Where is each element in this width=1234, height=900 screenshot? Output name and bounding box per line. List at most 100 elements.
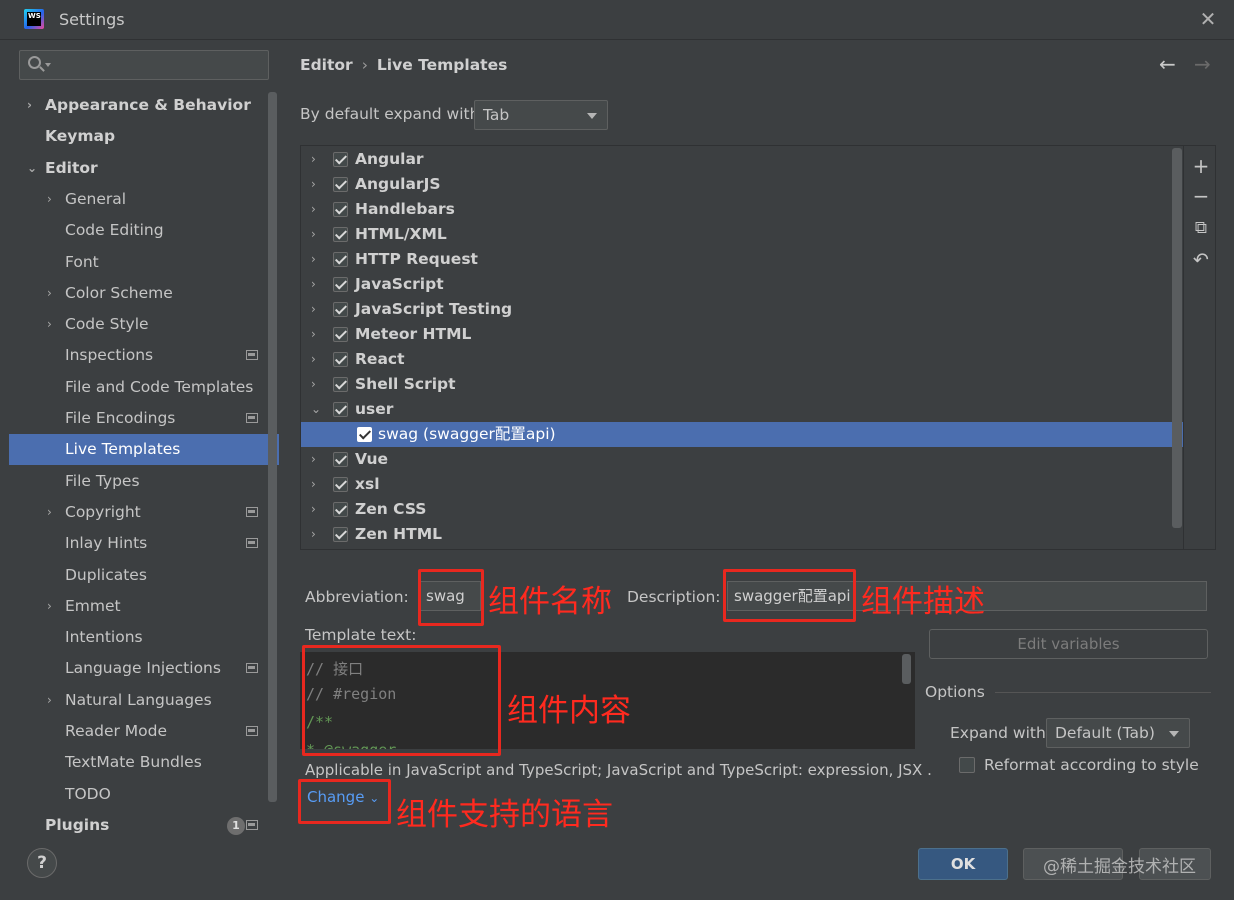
expand-with-select[interactable]: Default (Tab) [1046,718,1190,748]
sidebar-item-plugins[interactable]: Plugins 1 [9,810,279,841]
template-group-javascript-testing[interactable]: › JavaScript Testing [301,297,1183,322]
copy-icon[interactable]: ⧉ [1191,218,1211,238]
template-group-zen-html[interactable]: › Zen HTML [301,522,1183,547]
template-enabled-checkbox[interactable] [333,302,348,317]
settings-search-input[interactable] [19,50,269,80]
help-button[interactable]: ? [27,848,57,878]
default-expand-select[interactable]: Tab [474,100,608,130]
template-group-shell-script[interactable]: › Shell Script [301,372,1183,397]
add-icon[interactable]: + [1191,156,1211,176]
reformat-label[interactable]: Reformat according to style [984,756,1199,774]
chevron-right-icon[interactable]: › [47,497,52,528]
chevron-right-icon[interactable]: › [311,297,316,322]
chevron-down-icon[interactable]: ⌄ [311,397,321,422]
template-enabled-checkbox[interactable] [333,227,348,242]
sidebar-item-file-encodings[interactable]: File Encodings [9,403,279,434]
template-enabled-checkbox[interactable] [333,152,348,167]
annotation-label-name: 组件名称 [488,584,612,620]
template-group-handlebars[interactable]: › Handlebars [301,197,1183,222]
template-enabled-checkbox[interactable] [333,477,348,492]
chevron-right-icon[interactable]: › [311,322,316,347]
sidebar-item-inlay-hints[interactable]: Inlay Hints [9,528,279,559]
sidebar-item-copyright[interactable]: › Copyright [9,497,279,528]
sidebar-item-file-types[interactable]: File Types [9,466,279,497]
template-group-javascript[interactable]: › JavaScript [301,272,1183,297]
sidebar-item-live-templates[interactable]: Live Templates [9,434,279,466]
template-group-xsl[interactable]: › xsl [301,472,1183,497]
chevron-right-icon[interactable]: › [311,222,316,247]
template-group-meteor-html[interactable]: › Meteor HTML [301,322,1183,347]
template-group-zen-css[interactable]: › Zen CSS [301,497,1183,522]
sidebar-item-general[interactable]: › General [9,184,279,215]
chevron-right-icon[interactable]: › [47,278,52,309]
editor-scrollbar[interactable] [902,654,911,684]
edit-variables-button[interactable]: Edit variables [929,629,1208,659]
sidebar-item-textmate-bundles[interactable]: TextMate Bundles [9,747,279,778]
sidebar-item-language-injections[interactable]: Language Injections [9,653,279,684]
chevron-right-icon[interactable]: › [311,272,316,297]
template-group-user[interactable]: ⌄ user [301,397,1183,422]
restore-icon[interactable]: ↶ [1191,250,1211,270]
template-group-angularjs[interactable]: › AngularJS [301,172,1183,197]
sidebar-item-natural-languages[interactable]: › Natural Languages [9,685,279,716]
search-options-caret-icon[interactable] [45,63,51,67]
chevron-right-icon[interactable]: › [311,522,316,547]
chevron-right-icon[interactable]: › [311,172,316,197]
sidebar-item-inspections[interactable]: Inspections [9,340,279,371]
template-enabled-checkbox[interactable] [333,402,348,417]
sidebar-item-intentions[interactable]: Intentions [9,622,279,653]
chevron-right-icon[interactable]: › [311,197,316,222]
sidebar-item-reader-mode[interactable]: Reader Mode [9,716,279,747]
chevron-right-icon[interactable]: › [311,372,316,397]
sidebar-item-code-style[interactable]: › Code Style [9,309,279,340]
sidebar-item-editor[interactable]: ⌄ Editor [9,153,279,184]
template-group-html-xml[interactable]: › HTML/XML [301,222,1183,247]
sidebar-item-keymap[interactable]: Keymap [9,121,279,152]
template-enabled-checkbox[interactable] [333,502,348,517]
template-enabled-checkbox[interactable] [333,527,348,542]
template-group-vue[interactable]: › Vue [301,447,1183,472]
sidebar-item-duplicates[interactable]: Duplicates [9,560,279,591]
sidebar-item-emmet[interactable]: › Emmet [9,591,279,622]
close-icon[interactable]: ✕ [1196,8,1220,32]
chevron-right-icon[interactable]: › [47,685,52,716]
back-arrow-icon[interactable]: ← [1159,52,1176,76]
breadcrumb-parent[interactable]: Editor [300,56,353,74]
sidebar-scrollbar[interactable] [268,92,277,802]
chevron-down-icon[interactable]: ⌄ [27,153,37,184]
chevron-right-icon[interactable]: › [27,90,32,121]
chevron-right-icon[interactable]: › [47,184,52,215]
template-group-angular[interactable]: › Angular [301,147,1183,172]
sidebar-item-todo[interactable]: TODO [9,779,279,810]
chevron-right-icon[interactable]: › [47,309,52,340]
sidebar-item-code-editing[interactable]: Code Editing [9,215,279,246]
template-enabled-checkbox[interactable] [333,352,348,367]
template-enabled-checkbox[interactable] [333,377,348,392]
template-enabled-checkbox[interactable] [357,427,372,442]
chevron-right-icon[interactable]: › [311,472,316,497]
template-enabled-checkbox[interactable] [333,177,348,192]
sidebar-item-appearance-behavior[interactable]: › Appearance & Behavior [9,90,279,121]
chevron-right-icon[interactable]: › [311,247,316,272]
chevron-right-icon[interactable]: › [311,347,316,372]
breadcrumb-separator: › [361,56,368,74]
reformat-checkbox[interactable] [959,757,975,773]
sidebar-item-file-and-code-templates[interactable]: File and Code Templates [9,372,279,403]
remove-icon[interactable]: − [1191,186,1211,206]
template-enabled-checkbox[interactable] [333,327,348,342]
template-item-swag-swagger-api[interactable]: swag (swagger配置api) [301,422,1183,447]
tree-scrollbar[interactable] [1172,148,1182,528]
chevron-right-icon[interactable]: › [311,147,316,172]
chevron-right-icon[interactable]: › [47,591,52,622]
template-enabled-checkbox[interactable] [333,277,348,292]
ok-button[interactable]: OK [918,848,1008,880]
sidebar-item-color-scheme[interactable]: › Color Scheme [9,278,279,309]
chevron-right-icon[interactable]: › [311,497,316,522]
template-enabled-checkbox[interactable] [333,452,348,467]
template-enabled-checkbox[interactable] [333,202,348,217]
template-group-http-request[interactable]: › HTTP Request [301,247,1183,272]
chevron-right-icon[interactable]: › [311,447,316,472]
sidebar-item-font[interactable]: Font [9,247,279,278]
template-enabled-checkbox[interactable] [333,252,348,267]
template-group-react[interactable]: › React [301,347,1183,372]
